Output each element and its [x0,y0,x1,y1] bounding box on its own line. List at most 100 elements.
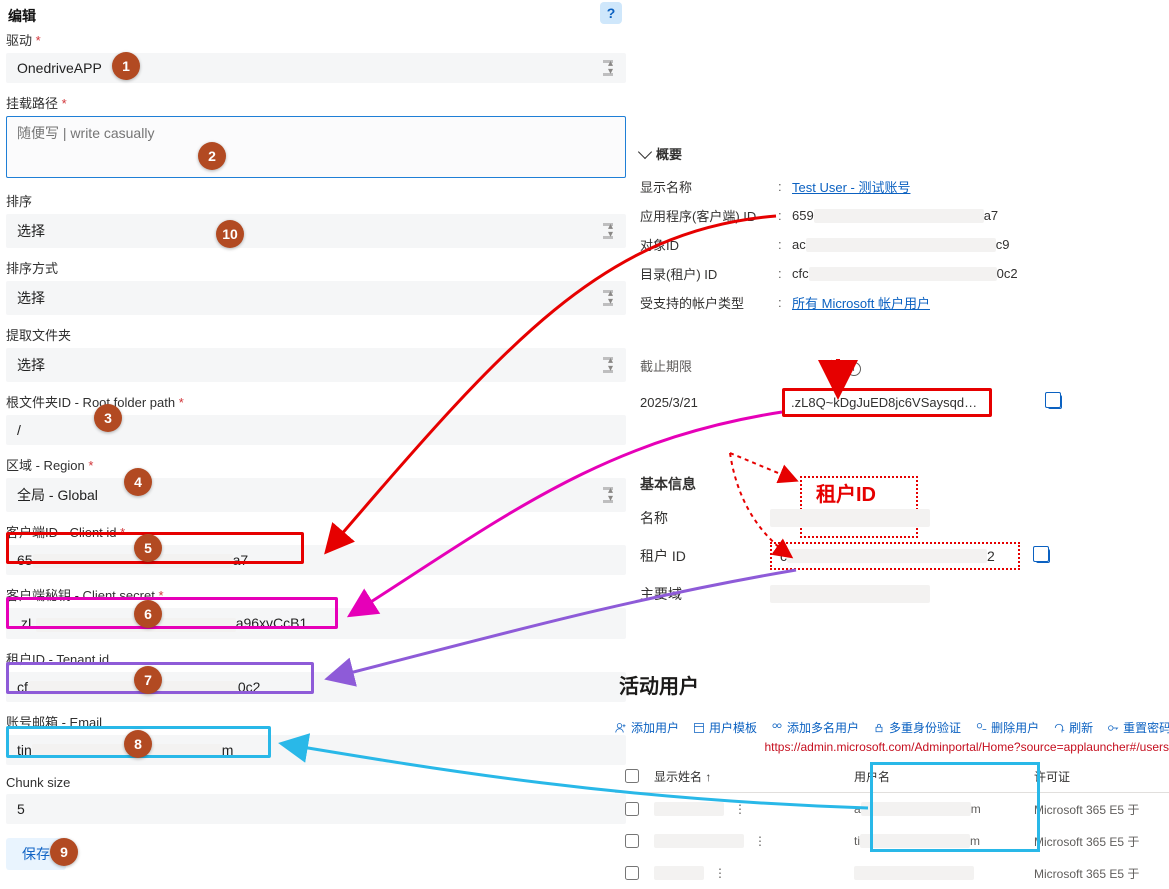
chevron-updown-icon: ▴▾ [608,290,613,306]
row-checkbox[interactable] [625,834,639,848]
step-badge-10: 10 [216,220,244,248]
row-directory-id: 目录(租户) ID : cfc0c2 [640,264,1160,283]
tenant-id-label: 租户ID - Tenant id [6,649,626,668]
row-checkbox[interactable] [625,866,639,880]
orderdir-field: 排序方式 选择 ▴▾ [6,258,626,315]
region-select[interactable]: 全局 - Global ▴▾ [6,478,626,512]
select-all-checkbox[interactable] [625,769,639,783]
refresh-icon [1053,722,1065,734]
chevron-updown-icon: ▴▾ [608,60,613,76]
row-checkbox[interactable] [625,802,639,816]
col-display-name[interactable]: 显示姓名 ↑ [648,760,848,793]
row-object-id: 对象ID : acc9 [640,235,1160,254]
overview-panel: 概要 显示名称 : Test User - 测试账号 应用程序(客户端) ID … [640,140,1160,322]
step-badge-1: 1 [112,52,140,80]
step-badge-2: 2 [198,142,226,170]
email-input[interactable]: tinm [6,735,626,765]
mount-path-label: 挂载路径 * [6,93,626,112]
chunk-size-label: Chunk size [6,775,626,790]
chevron-updown-icon: ▴▾ [608,357,613,373]
basic-info-heading: 基本信息 [640,474,1160,494]
admin-url: https://admin.microsoft.com/Adminportal/… [615,740,1169,754]
extract-field: 提取文件夹 选择 ▴▾ [6,325,626,382]
tenant-id-input[interactable]: cf0c2 [6,672,626,702]
row-account-types: 受支持的帐户类型 : 所有 Microsoft 帐户用户 [640,293,1160,312]
client-secret-input[interactable]: .zLa96xvCcB1 [6,608,626,638]
driver-label: 驱动 * [6,30,626,49]
driver-field: 驱动 * OnedriveAPP ▴▾ [6,30,626,83]
table-row[interactable]: ⋮ tim Microsoft 365 E5 于 [615,825,1169,857]
order-select[interactable]: 选择 ▴▾ [6,214,626,248]
col-license[interactable]: 许可证 [1028,760,1169,793]
delete-user-button[interactable]: 删除用户 [975,719,1039,736]
users-table: 显示姓名 ↑ 用户名 许可证 ⋮ am Microsoft 365 E5 于 ⋮… [615,760,1169,889]
chevron-updown-icon: ▴▾ [608,223,613,239]
user-templates-button[interactable]: 用户模板 [693,719,757,736]
row-name: 名称 [640,508,1160,528]
row-app-id: 应用程序(客户端) ID : 659a7 [640,206,1160,225]
copy-icon[interactable] [1048,395,1062,409]
template-icon [693,722,705,734]
email-field: 账号邮箱 - Email tinm [6,712,626,765]
users-toolbar: 添加用户 用户模板 添加多名用户 多重身份验证 删除用户 刷新 重置密码 导出 [615,719,1169,736]
chunk-size-field: Chunk size 5 [6,775,626,824]
row-display-name: 显示名称 : Test User - 测试账号 [640,177,1160,196]
secret-block: 截止期限 值 i 2025/3/21 .zL8Q~kDgJuED8jc6VSay… [640,356,1160,417]
driver-select[interactable]: OnedriveAPP ▴▾ [6,53,626,83]
user-plus-icon [615,722,627,734]
step-badge-7: 7 [134,666,162,694]
users-plus-icon [771,722,783,734]
form-title: 编辑 [6,0,626,30]
mfa-button[interactable]: 多重身份验证 [873,719,961,736]
client-id-input[interactable]: 65a7 [6,545,626,575]
deadline-header: 截止期限 [640,356,692,376]
step-badge-4: 4 [124,468,152,496]
info-icon: i [847,362,861,376]
chunk-size-input[interactable]: 5 [6,794,626,824]
client-secret-label: 客户端秘钥 - Client secret * [6,585,626,604]
user-minus-icon [975,722,987,734]
region-field: 区域 - Region * 全局 - Global ▴▾ [6,455,626,512]
step-badge-8: 8 [124,730,152,758]
email-label: 账号邮箱 - Email [6,712,626,731]
lock-icon [873,722,885,734]
chevron-down-icon [638,144,652,158]
step-badge-3: 3 [94,404,122,432]
table-row[interactable]: ⋮ am Microsoft 365 E5 于 [615,793,1169,826]
key-icon [1107,722,1119,734]
deadline-value: 2025/3/21 [640,395,732,410]
edit-form-panel: 编辑 驱动 * OnedriveAPP ▴▾ 挂载路径 * 排序 选择 ▴▾ [6,0,626,870]
secret-value-box: .zL8Q~kDgJuED8jc6VSaysqdTdLw... [782,388,992,417]
col-username[interactable]: 用户名 [848,760,1028,793]
step-badge-6: 6 [134,600,162,628]
order-label: 排序 [6,191,626,210]
orderdir-label: 排序方式 [6,258,626,277]
row-tenant-id: 租户 ID c2 [640,542,1160,570]
client-id-label: 客户端ID - Client id * [6,522,626,541]
copy-icon[interactable] [1036,549,1050,563]
add-many-users-button[interactable]: 添加多名用户 [771,719,859,736]
account-types-link[interactable]: 所有 Microsoft 帐户用户 [792,296,930,311]
reset-pw-button[interactable]: 重置密码 [1107,719,1169,736]
display-name-link[interactable]: Test User - 测试账号 [792,180,910,195]
active-users-heading: 活动用户 [619,670,1169,699]
table-row[interactable]: ⋮ Microsoft 365 E5 于 [615,857,1169,889]
tenant-id-value-box: c2 [770,542,1020,570]
orderdir-select[interactable]: 选择 ▴▾ [6,281,626,315]
step-badge-9: 9 [50,838,78,866]
order-field: 排序 选择 ▴▾ [6,191,626,248]
client-secret-field: 客户端秘钥 - Client secret * .zLa96xvCcB1 [6,585,626,638]
extract-select[interactable]: 选择 ▴▾ [6,348,626,382]
value-header: 值 [828,359,841,374]
refresh-button[interactable]: 刷新 [1053,719,1093,736]
mount-path-input[interactable] [6,116,626,178]
step-badge-5: 5 [134,534,162,562]
tenant-id-field: 租户ID - Tenant id cf0c2 [6,649,626,702]
row-domain: 主要域 [640,584,1160,604]
region-label: 区域 - Region * [6,455,626,474]
add-user-button[interactable]: 添加用户 [615,719,679,736]
basic-info-panel: 基本信息 名称 租户 ID c2 主要域 [640,470,1160,618]
active-users-panel: 活动用户 添加用户 用户模板 添加多名用户 多重身份验证 删除用户 刷新 重置密… [615,670,1169,889]
overview-toggle[interactable]: 概要 [640,144,682,163]
chevron-updown-icon: ▴▾ [608,487,613,503]
